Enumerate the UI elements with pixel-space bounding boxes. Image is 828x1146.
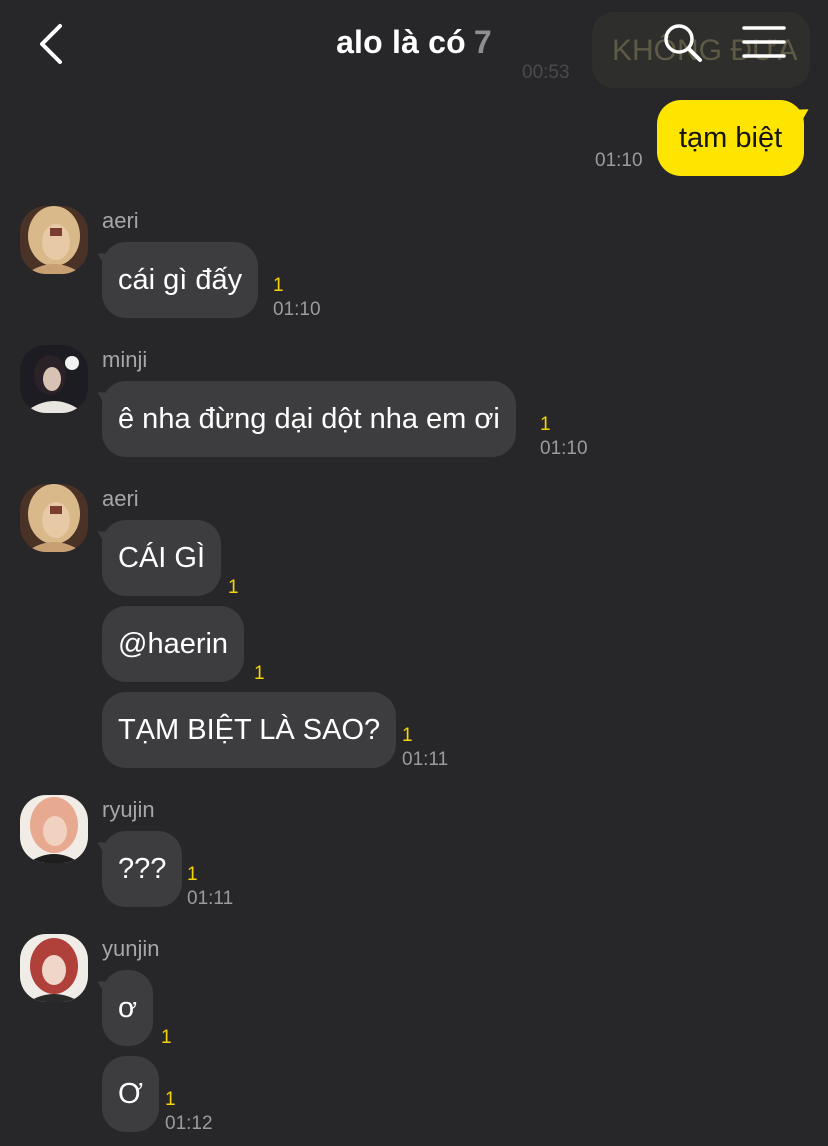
sender-name: yunjin [102, 936, 160, 961]
message-bubble[interactable]: cái gì đấy [102, 242, 259, 318]
avatar-ryujin[interactable] [20, 795, 88, 863]
message-bubble[interactable]: @haerin [102, 606, 245, 682]
avatar-aeri[interactable] [20, 206, 88, 274]
message-text: CÁI GÌ [118, 542, 206, 574]
chat-room-name: alo là có [336, 24, 466, 60]
chat-header: alo là có 7 [0, 0, 828, 92]
member-count: 7 [473, 24, 492, 60]
message-bubble[interactable]: ??? [102, 831, 183, 907]
hamburger-menu-icon[interactable] [742, 24, 786, 60]
unread-count: 1 [402, 725, 413, 746]
outgoing-message-text: tạm biệt [679, 122, 783, 154]
message-bubble[interactable]: CÁI GÌ [102, 520, 222, 596]
unread-count: 1 [273, 275, 284, 296]
message-time: 01:10 [273, 299, 321, 320]
message-text: ơ [118, 992, 138, 1024]
unread-count: 1 [165, 1089, 176, 1110]
unread-count: 1 [161, 1027, 172, 1048]
message-text: ??? [118, 853, 167, 885]
message-text: @haerin [118, 628, 229, 660]
sender-name: ryujin [102, 797, 155, 822]
message-bubble[interactable]: TẠM BIỆT LÀ SAO? [102, 692, 397, 768]
sender-name: minji [102, 347, 148, 372]
unread-count: 1 [254, 663, 265, 684]
message-bubble[interactable]: ơ [102, 970, 154, 1046]
outgoing-message-bubble[interactable]: tạm biệt [657, 100, 805, 176]
message-text: ê nha đừng dại dột nha em ơi [118, 403, 500, 435]
message-time: 01:10 [540, 438, 588, 459]
sender-name: aeri [102, 208, 139, 233]
search-icon[interactable] [662, 22, 704, 64]
message-time: 01:11 [187, 888, 234, 909]
message-bubble[interactable]: Ơ [102, 1056, 159, 1132]
unread-count: 1 [540, 414, 551, 435]
avatar-minji[interactable] [20, 345, 88, 413]
message-time: 01:12 [165, 1113, 213, 1134]
message-text: TẠM BIỆT LÀ SAO? [118, 714, 381, 746]
unread-count: 1 [187, 864, 198, 885]
message-bubble[interactable]: ê nha đừng dại dột nha em ơi [102, 381, 516, 457]
message-text: Ơ [118, 1078, 143, 1110]
outgoing-message-time: 01:10 [595, 150, 643, 171]
avatar-aeri[interactable] [20, 484, 88, 552]
unread-count: 1 [228, 577, 239, 598]
avatar-yunjin[interactable] [20, 934, 88, 1002]
message-text: cái gì đấy [118, 264, 243, 296]
message-time: 01:11 [402, 749, 449, 770]
sender-name: aeri [102, 486, 139, 511]
